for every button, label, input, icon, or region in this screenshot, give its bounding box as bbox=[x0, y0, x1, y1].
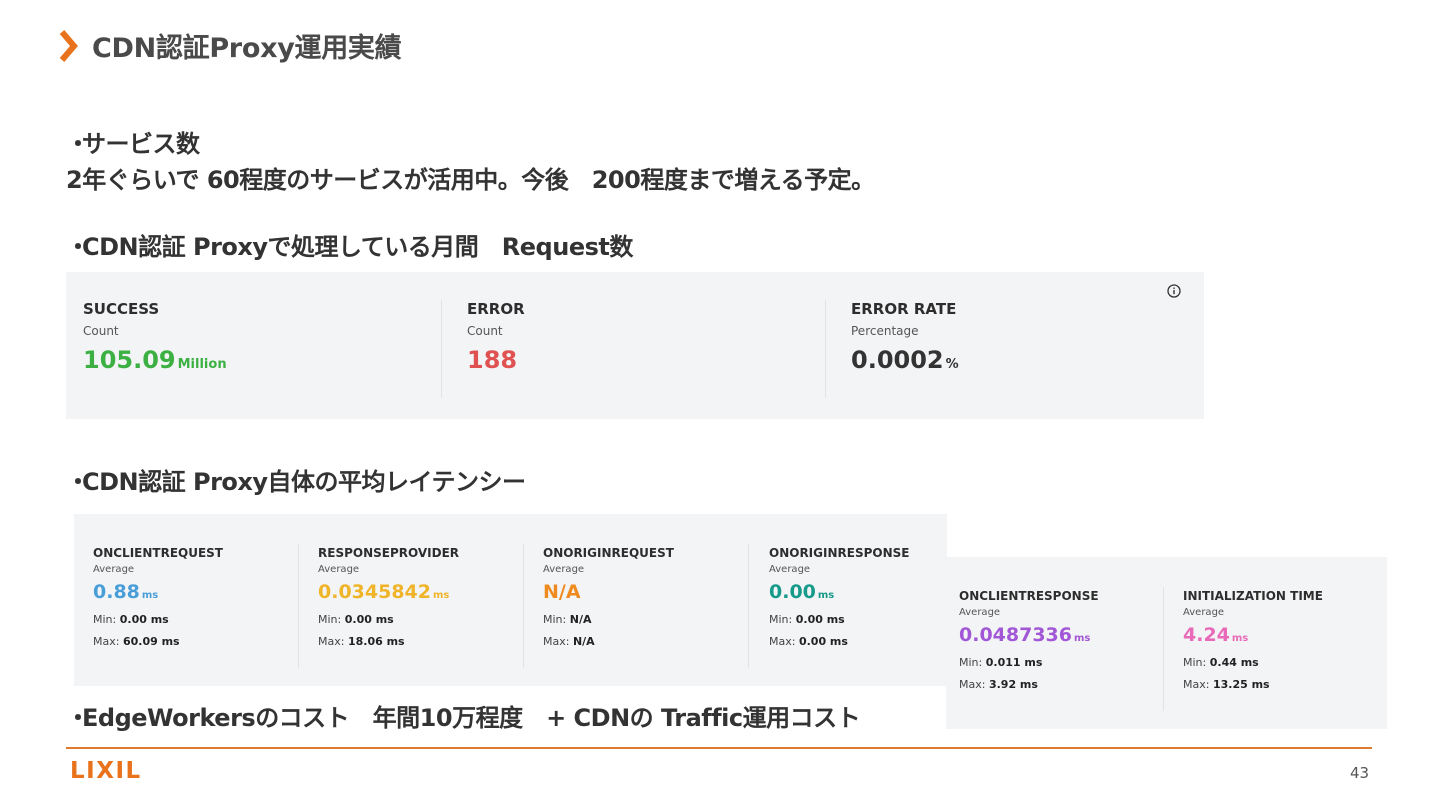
metric-unit: ms bbox=[817, 590, 835, 601]
metric-min: Min: 0.44 ms bbox=[1183, 656, 1259, 669]
metric-max: Max: 18.06 ms bbox=[318, 635, 405, 648]
metric-value-row: 0.0345842 ms bbox=[318, 581, 459, 603]
slide-title-row: CDN認証Proxy運用実績 bbox=[58, 26, 402, 65]
metric-unit: % bbox=[945, 357, 959, 372]
chevron-right-icon bbox=[59, 29, 78, 62]
metric-unit: ms bbox=[1073, 633, 1091, 644]
metric-name: ONCLIENTREQUEST bbox=[93, 546, 223, 560]
metric-unit: Million bbox=[177, 357, 227, 372]
metric-value: N/A bbox=[543, 581, 581, 603]
metric-max: Max: 0.00 ms bbox=[769, 635, 848, 648]
metric-value: 105.09 bbox=[83, 346, 176, 374]
metric-max: Max: 60.09 ms bbox=[93, 635, 180, 648]
metric-sub: Average bbox=[93, 564, 135, 575]
metric-max: Max: 3.92 ms bbox=[959, 678, 1038, 691]
metric-sub: Average bbox=[543, 564, 585, 575]
metric-name: ONCLIENTRESPONSE bbox=[959, 589, 1099, 603]
metric-sub: Count bbox=[83, 324, 119, 338]
metric-value-row: N/A bbox=[543, 581, 674, 603]
metric-min: Min: 0.011 ms bbox=[959, 656, 1043, 669]
latency-onclientrequest: ONCLIENTREQUEST Average 0.88 ms Min: 0.00… bbox=[93, 546, 223, 648]
divider bbox=[1163, 587, 1164, 711]
metric-min: Min: 0.00 ms bbox=[769, 613, 845, 626]
latency-responseprovider: RESPONSEPROVIDER Average 0.0345842 ms Min… bbox=[318, 546, 459, 648]
metric-unit: ms bbox=[432, 590, 450, 601]
metric-sub: Percentage bbox=[851, 324, 919, 338]
metric-error: ERROR Count 188 bbox=[467, 300, 525, 374]
section-heading: EdgeWorkersのコスト 年間10万程度 + CDNの Traffic運用… bbox=[82, 704, 861, 732]
metric-min: Min: 0.00 ms bbox=[318, 613, 394, 626]
divider bbox=[441, 300, 442, 398]
metric-name: ONORIGINRESPONSE bbox=[769, 546, 910, 560]
metric-value-row: 0.0002% bbox=[851, 346, 959, 374]
metric-name: ONORIGINREQUEST bbox=[543, 546, 674, 560]
bullet: ・ bbox=[66, 233, 90, 261]
metric-value-row: 0.88 ms bbox=[93, 581, 223, 603]
latency-initialization-time: INITIALIZATION TIME Average 4.24 ms Min: … bbox=[1183, 589, 1323, 691]
section-heading: CDN認証 Proxyで処理している月間 Request数 bbox=[82, 233, 633, 261]
metric-sub: Average bbox=[1183, 607, 1225, 618]
svg-text:LIXIL: LIXIL bbox=[70, 758, 142, 782]
bullet: ・ bbox=[66, 704, 90, 732]
divider bbox=[825, 300, 826, 398]
divider bbox=[298, 544, 299, 668]
metric-sub: Average bbox=[959, 607, 1001, 618]
metric-value: 188 bbox=[467, 346, 518, 374]
bullet: ・ bbox=[66, 130, 90, 158]
metric-value-row: 4.24 ms bbox=[1183, 624, 1323, 646]
metric-value: 4.24 bbox=[1183, 624, 1230, 646]
metric-min: Min: 0.00 ms bbox=[93, 613, 169, 626]
footer-divider bbox=[66, 747, 1372, 749]
section-service-count: ・サービス数 bbox=[66, 124, 200, 159]
metric-error-rate: ERROR RATE Percentage 0.0002% bbox=[851, 300, 959, 374]
metric-unit: ms bbox=[1231, 633, 1249, 644]
section-monthly-requests: ・CDN認証 Proxyで処理している月間 Request数 bbox=[66, 227, 633, 262]
metric-value: 0.88 bbox=[93, 581, 140, 603]
latency-onoriginrequest: ONORIGINREQUEST Average N/A Min: N/A Max… bbox=[543, 546, 674, 648]
metric-value-row: 0.0487336 ms bbox=[959, 624, 1099, 646]
divider bbox=[523, 544, 524, 668]
request-metrics-panel: SUCCESS Count 105.09 Million ERROR Count … bbox=[66, 272, 1204, 419]
section-edgeworkers-cost: ・EdgeWorkersのコスト 年間10万程度 + CDNの Traffic運… bbox=[66, 698, 861, 733]
info-icon[interactable] bbox=[1167, 284, 1181, 298]
latency-panel-2: ONCLIENTRESPONSE Average 0.0487336 ms Min… bbox=[946, 557, 1387, 729]
latency-onclientresponse: ONCLIENTRESPONSE Average 0.0487336 ms Min… bbox=[959, 589, 1099, 691]
metric-value: 0.0002 bbox=[851, 346, 944, 374]
metric-name: SUCCESS bbox=[83, 300, 160, 318]
metric-name: ERROR bbox=[467, 300, 525, 318]
metric-max: Max: 13.25 ms bbox=[1183, 678, 1270, 691]
metric-name: RESPONSEPROVIDER bbox=[318, 546, 460, 560]
metric-name: ERROR RATE bbox=[851, 300, 957, 318]
latency-onoriginresponse: ONORIGINRESPONSE Average 0.00 ms Min: 0.0… bbox=[769, 546, 909, 648]
section-latency: ・CDN認証 Proxy自体の平均レイテンシー bbox=[66, 462, 526, 497]
metric-value-row: 105.09 Million bbox=[83, 346, 227, 374]
metric-value-row: 0.00 ms bbox=[769, 581, 909, 603]
latency-panel-1: ONCLIENTREQUEST Average 0.88 ms Min: 0.00… bbox=[74, 514, 947, 686]
section-heading: サービス数 bbox=[82, 130, 200, 158]
section-service-count-body: 2年ぐらいで 60程度のサービスが活用中。今後 200程度まで増える予定。 bbox=[66, 166, 875, 194]
metric-success: SUCCESS Count 105.09 Million bbox=[83, 300, 227, 374]
metric-sub: Average bbox=[318, 564, 360, 575]
slide-title: CDN認証Proxy運用実績 bbox=[92, 33, 402, 64]
metric-value: 0.00 bbox=[769, 581, 816, 603]
metric-value: 0.0345842 bbox=[318, 581, 431, 603]
metric-min: Min: N/A bbox=[543, 613, 592, 626]
page-number: 43 bbox=[1350, 764, 1370, 782]
metric-unit: ms bbox=[141, 590, 159, 601]
metric-max: Max: N/A bbox=[543, 635, 595, 648]
divider bbox=[748, 544, 749, 668]
metric-sub: Count bbox=[467, 324, 503, 338]
metric-sub: Average bbox=[769, 564, 811, 575]
lixil-logo: LIXIL bbox=[70, 758, 142, 782]
metric-value-row: 188 bbox=[467, 346, 525, 374]
metric-name: INITIALIZATION TIME bbox=[1183, 589, 1323, 603]
section-heading: CDN認証 Proxy自体の平均レイテンシー bbox=[82, 468, 526, 496]
bullet: ・ bbox=[66, 468, 90, 496]
metric-value: 0.0487336 bbox=[959, 624, 1072, 646]
